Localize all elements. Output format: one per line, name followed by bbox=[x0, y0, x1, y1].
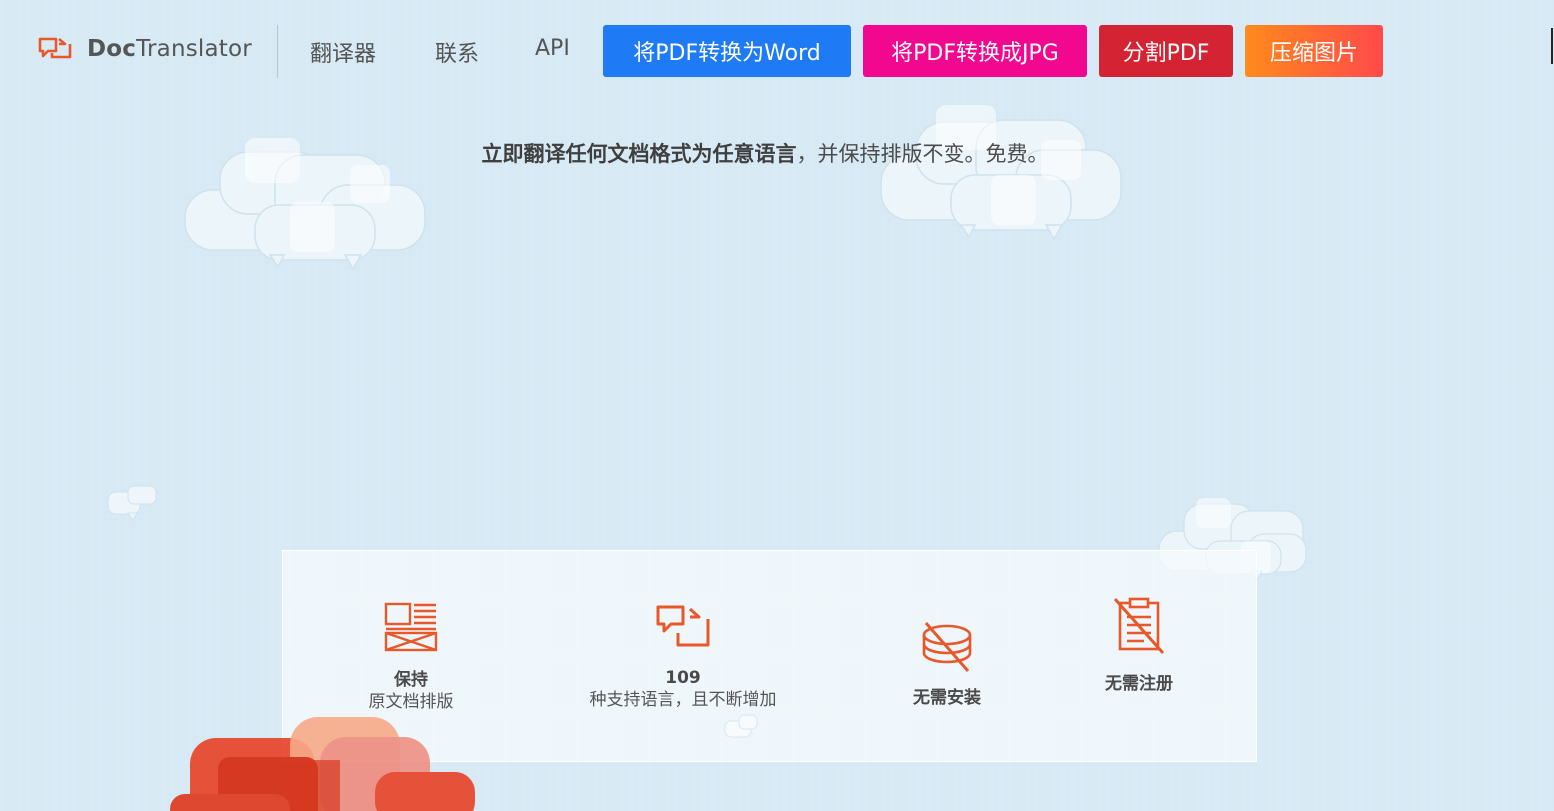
feature-title: 109 bbox=[665, 668, 701, 688]
feature-title: 无需安装 bbox=[913, 688, 981, 708]
compress-image-button[interactable]: 压缩图片 bbox=[1245, 25, 1383, 77]
layout-icon bbox=[384, 602, 438, 652]
header-divider bbox=[277, 25, 278, 78]
translate-icon bbox=[656, 605, 710, 647]
logo-icon bbox=[38, 37, 72, 59]
feature-subtitle: 原文档排版 bbox=[368, 692, 454, 712]
no-install-icon bbox=[922, 622, 972, 672]
tagline: 立即翻译任何文档格式为任意语言，并保持排版不变。免费。 bbox=[481, 142, 1049, 166]
nav-api[interactable]: API bbox=[535, 36, 570, 61]
feature-title: 无需注册 bbox=[1105, 674, 1173, 694]
cloud-decoration-small bbox=[107, 485, 157, 521]
cloud-decoration-panel bbox=[724, 714, 758, 738]
feature-subtitle: 种支持语言，且不断增加 bbox=[589, 690, 777, 710]
nav-translator[interactable]: 翻译器 bbox=[310, 36, 376, 68]
split-pdf-button[interactable]: 分割PDF bbox=[1099, 25, 1233, 77]
no-register-icon bbox=[1113, 597, 1165, 654]
cloud-decoration-red bbox=[170, 717, 475, 811]
feature-no-register: 无需注册 bbox=[1039, 597, 1239, 695]
pdf-to-word-button[interactable]: 将PDF转换为Word bbox=[603, 25, 851, 77]
feature-title: 保持 bbox=[394, 670, 428, 690]
pdf-to-jpg-button[interactable]: 将PDF转换成JPG bbox=[863, 25, 1087, 77]
logo[interactable]: DocTranslator bbox=[37, 35, 252, 63]
cloud-decoration-right bbox=[880, 105, 1122, 241]
header: DocTranslator 翻译器 联系 API 将PDF转换为Word 将PD… bbox=[0, 0, 1554, 100]
feature-languages: 109 种支持语言，且不断增加 bbox=[553, 603, 813, 711]
logo-text: DocTranslator bbox=[87, 36, 252, 62]
feature-layout: 保持 原文档排版 bbox=[311, 601, 511, 713]
nav-contact[interactable]: 联系 bbox=[435, 36, 479, 68]
feature-no-install: 无需安装 bbox=[847, 621, 1047, 709]
scroll-edge bbox=[1551, 28, 1553, 64]
